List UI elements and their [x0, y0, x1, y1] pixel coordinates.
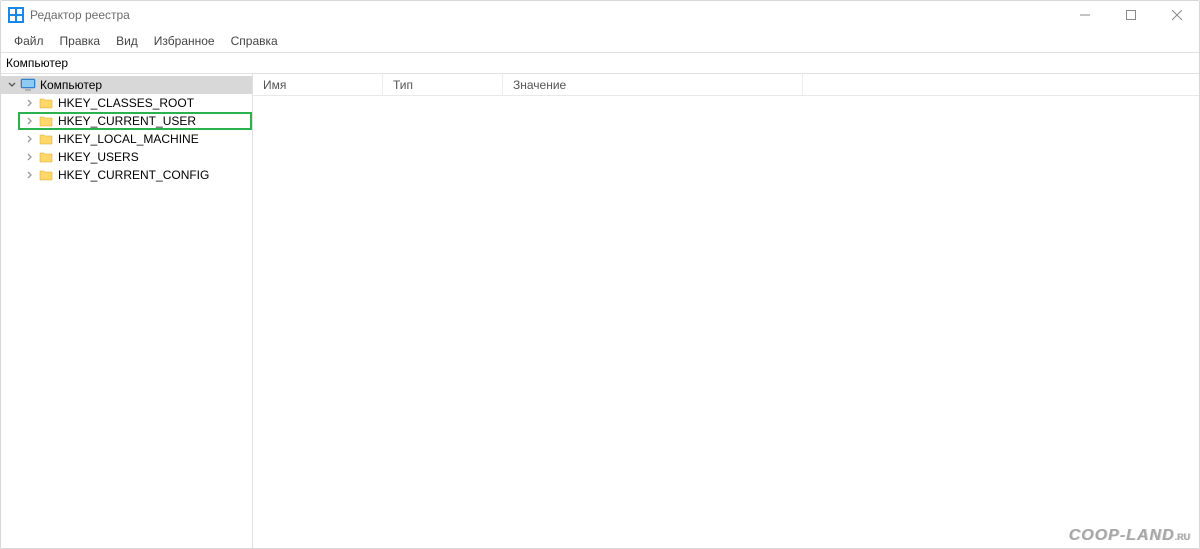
tree-item-label: HKEY_CLASSES_ROOT [58, 96, 194, 110]
tree-item[interactable]: HKEY_CLASSES_ROOT [18, 94, 252, 112]
list-header: Имя Тип Значение [253, 74, 1200, 96]
window-title: Редактор реестра [30, 8, 130, 22]
chevron-right-icon[interactable] [24, 133, 36, 145]
tree-item-label: HKEY_CURRENT_CONFIG [58, 168, 209, 182]
menubar: Файл Правка Вид Избранное Справка [0, 30, 1200, 52]
list-body[interactable] [253, 96, 1200, 549]
chevron-down-icon[interactable] [6, 79, 18, 91]
tree-item[interactable]: HKEY_LOCAL_MACHINE [18, 130, 252, 148]
chevron-right-icon[interactable] [24, 169, 36, 181]
app-icon [8, 7, 24, 23]
column-name[interactable]: Имя [253, 74, 383, 95]
column-value[interactable]: Значение [503, 74, 803, 95]
tree-item-label: HKEY_CURRENT_USER [58, 114, 196, 128]
menu-edit[interactable]: Правка [52, 32, 109, 50]
addressbar[interactable]: Компьютер [0, 52, 1200, 74]
column-rest [803, 74, 1200, 95]
chevron-right-icon[interactable] [24, 115, 36, 127]
tree-root-computer[interactable]: Компьютер [0, 76, 252, 94]
tree-item[interactable]: HKEY_USERS [18, 148, 252, 166]
tree-pane: Компьютер HKEY_CLASSES_ROOT HKEY_CURRENT_… [0, 74, 253, 549]
menu-file[interactable]: Файл [6, 32, 52, 50]
chevron-right-icon[interactable] [24, 97, 36, 109]
menu-view[interactable]: Вид [108, 32, 146, 50]
tree-item-label: HKEY_LOCAL_MACHINE [58, 132, 199, 146]
address-path: Компьютер [6, 56, 68, 70]
menu-help[interactable]: Справка [223, 32, 286, 50]
computer-icon [20, 77, 36, 93]
minimize-button[interactable] [1062, 0, 1108, 30]
menu-favorites[interactable]: Избранное [146, 32, 223, 50]
folder-icon [38, 95, 54, 111]
chevron-right-icon[interactable] [24, 151, 36, 163]
tree-item[interactable]: HKEY_CURRENT_CONFIG [18, 166, 252, 184]
tree-root-label: Компьютер [40, 78, 102, 92]
folder-icon [38, 149, 54, 165]
maximize-button[interactable] [1108, 0, 1154, 30]
folder-icon [38, 167, 54, 183]
list-pane: Имя Тип Значение [253, 74, 1200, 549]
close-button[interactable] [1154, 0, 1200, 30]
folder-icon [38, 113, 54, 129]
main-split: Компьютер HKEY_CLASSES_ROOT HKEY_CURRENT_… [0, 74, 1200, 549]
tree-item[interactable]: HKEY_CURRENT_USER [18, 112, 252, 130]
folder-icon [38, 131, 54, 147]
tree-item-label: HKEY_USERS [58, 150, 139, 164]
titlebar: Редактор реестра [0, 0, 1200, 30]
column-type[interactable]: Тип [383, 74, 503, 95]
